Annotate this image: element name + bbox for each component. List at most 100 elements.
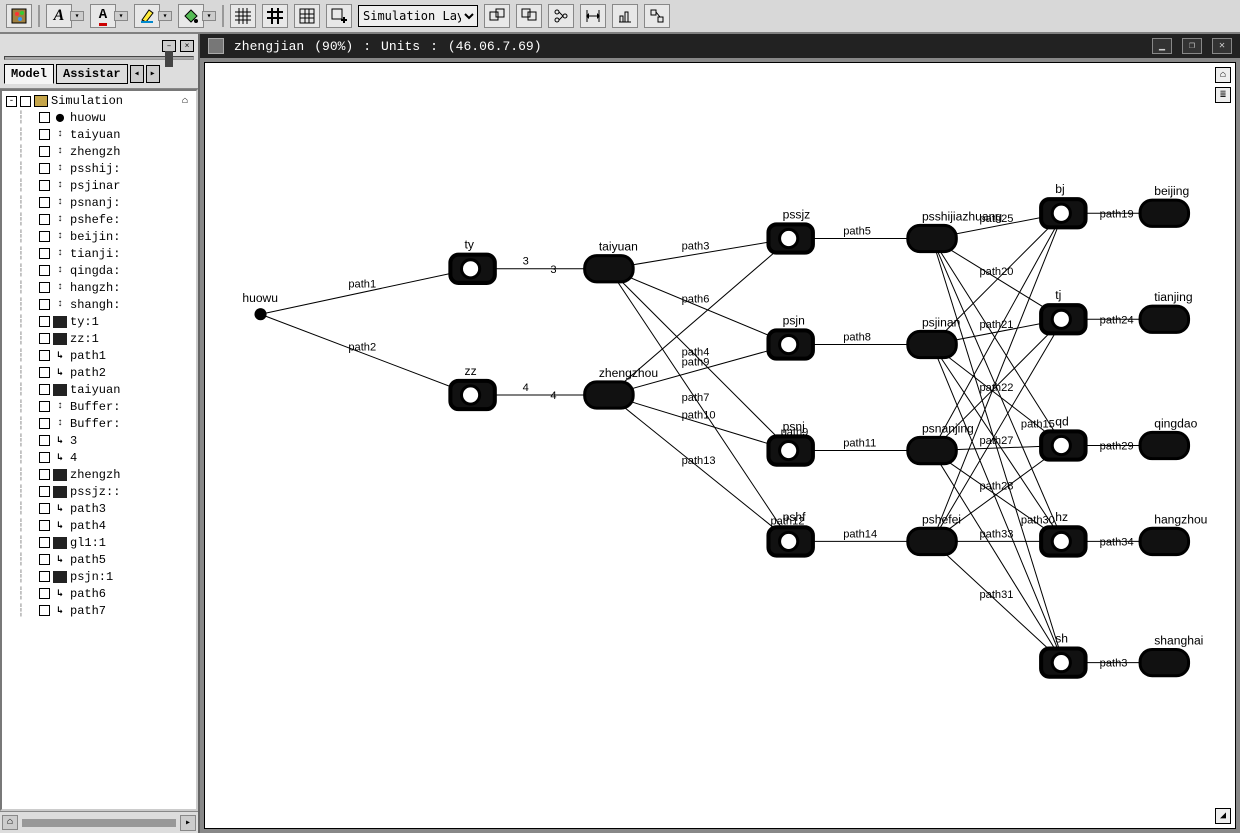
home-icon[interactable]: ⌂ (178, 95, 192, 107)
tree-item[interactable]: ┆beijin: (4, 228, 194, 245)
checkbox[interactable] (39, 588, 50, 599)
canvas-titlebar[interactable]: zhengjian (90%) : Units : (46.06.7.69) ▁… (200, 34, 1240, 58)
checkbox[interactable] (39, 452, 50, 463)
tree-item[interactable]: ┆taiyuan (4, 126, 194, 143)
checkbox[interactable] (39, 571, 50, 582)
node-tianjing[interactable]: tianjingpath24 (1100, 290, 1193, 332)
tree-item[interactable]: ┆path1 (4, 347, 194, 364)
tree-item[interactable]: ┆Buffer: (4, 398, 194, 415)
checkbox[interactable] (39, 146, 50, 157)
tree-item[interactable]: ┆zhengzh (4, 466, 194, 483)
node-huowu[interactable]: huowu (242, 291, 278, 320)
grid2-button[interactable] (262, 4, 288, 28)
checkbox[interactable] (39, 299, 50, 310)
tree-item[interactable]: ┆psjinar (4, 177, 194, 194)
checkbox[interactable] (39, 265, 50, 276)
layer-select[interactable]: Simulation Laye (358, 5, 478, 27)
canvas-home-icon[interactable]: ⌂ (1215, 67, 1231, 83)
tree-item[interactable]: ┆psnanj: (4, 194, 194, 211)
edge[interactable] (609, 269, 791, 345)
tree-item[interactable]: ┆psjn:1 (4, 568, 194, 585)
checkbox[interactable] (39, 520, 50, 531)
tree-item[interactable]: ┆path5 (4, 551, 194, 568)
tab-next-icon[interactable]: ▸ (146, 65, 160, 83)
checkbox[interactable] (39, 384, 50, 395)
footer-end-icon[interactable]: ▸ (180, 815, 196, 831)
node-psnanjing[interactable]: psnanjing (908, 421, 974, 463)
checkbox[interactable] (39, 605, 50, 616)
checkbox[interactable] (39, 112, 50, 123)
checkbox[interactable] (39, 350, 50, 361)
tree-item[interactable]: ┆ty:1 (4, 313, 194, 330)
dropdown-icon[interactable]: ▾ (158, 11, 172, 21)
tree-item[interactable]: ┆⬤huowu (4, 109, 194, 126)
model-tree[interactable]: - Simulation ⌂ ┆⬤huowu┆taiyuan┆zhengzh┆p… (0, 89, 198, 811)
tree-item[interactable]: ┆hangzh: (4, 279, 194, 296)
sidebar-slider[interactable] (4, 56, 194, 60)
node-qd[interactable]: qdpath15 (1021, 414, 1086, 459)
tree-item[interactable]: ┆qingda: (4, 262, 194, 279)
checkbox[interactable] (39, 537, 50, 548)
node-bj[interactable]: bj (1041, 182, 1085, 227)
mdi-restore-icon[interactable]: ❐ (1182, 38, 1202, 54)
node-beijing[interactable]: beijingpath19 (1100, 184, 1190, 226)
dropdown-icon[interactable]: ▾ (70, 11, 84, 21)
highlight-button[interactable]: ▾ (134, 4, 172, 28)
tree-item[interactable]: ┆shangh: (4, 296, 194, 313)
tree-root[interactable]: - Simulation ⌂ (4, 93, 194, 109)
tree-item[interactable]: ┆path3 (4, 500, 194, 517)
tool-chart-icon[interactable] (612, 4, 638, 28)
dropdown-icon[interactable]: ▾ (114, 11, 128, 21)
node-ty[interactable]: ty (450, 238, 494, 283)
checkbox[interactable] (39, 248, 50, 259)
checkbox[interactable] (39, 333, 50, 344)
checkbox[interactable] (39, 435, 50, 446)
grid3-button[interactable] (294, 4, 320, 28)
tool-flow-icon[interactable] (644, 4, 670, 28)
node-pssjz[interactable]: pssjz (768, 207, 812, 252)
checkbox[interactable] (39, 486, 50, 497)
footer-home-icon[interactable]: ⌂ (2, 815, 18, 830)
fill-button[interactable]: ▾ (178, 4, 216, 28)
canvas-list-icon[interactable]: ≣ (1215, 87, 1231, 103)
mdi-minimize-icon[interactable]: ▁ (1152, 38, 1172, 54)
tree-item[interactable]: ┆pssjz:: (4, 483, 194, 500)
tree-item[interactable]: ┆path7 (4, 602, 194, 619)
add-grid-button[interactable] (326, 4, 352, 28)
checkbox[interactable] (39, 180, 50, 191)
grid1-button[interactable] (230, 4, 256, 28)
checkbox[interactable] (39, 367, 50, 378)
checkbox[interactable] (39, 231, 50, 242)
node-zhengzhou[interactable]: zhengzhou4 (550, 366, 658, 408)
edge[interactable] (261, 269, 473, 314)
checkbox[interactable] (39, 401, 50, 412)
tree-item[interactable]: ┆3 (4, 432, 194, 449)
edge[interactable] (261, 314, 473, 395)
tool-group-icon2[interactable] (516, 4, 542, 28)
mdi-close-icon[interactable]: ✕ (1212, 38, 1232, 54)
collapse-icon[interactable]: - (6, 96, 17, 107)
tree-item[interactable]: ┆path4 (4, 517, 194, 534)
dropdown-icon[interactable]: ▾ (202, 11, 216, 21)
node-zz[interactable]: zz (450, 364, 494, 409)
node-tj[interactable]: tj (1041, 288, 1085, 333)
checkbox[interactable] (39, 163, 50, 174)
footer-scrollbar[interactable] (22, 819, 176, 827)
sidebar-close-icon[interactable]: × (180, 40, 194, 52)
checkbox[interactable] (39, 418, 50, 429)
node-psjinan[interactable]: psjinan (908, 315, 961, 357)
checkbox[interactable] (39, 316, 50, 327)
node-hz[interactable]: hzpath30 (1021, 510, 1086, 555)
checkbox[interactable] (39, 129, 50, 140)
checkbox[interactable] (39, 197, 50, 208)
tab-assistant[interactable]: Assistar (56, 64, 128, 84)
tree-item[interactable]: ┆gl1:1 (4, 534, 194, 551)
simulation-canvas[interactable]: ⌂ ≣ huowutyzztaiyuan3zhengzhou4pssjzpsjn… (204, 62, 1236, 829)
node-psjn[interactable]: psjn (768, 313, 812, 358)
tree-item[interactable]: ┆path6 (4, 585, 194, 602)
checkbox[interactable] (20, 96, 31, 107)
edge[interactable] (609, 269, 791, 542)
node-qingdao[interactable]: qingdaopath29 (1100, 416, 1198, 458)
node-pshefei[interactable]: pshefei (908, 512, 961, 554)
tree-item[interactable]: ┆path2 (4, 364, 194, 381)
